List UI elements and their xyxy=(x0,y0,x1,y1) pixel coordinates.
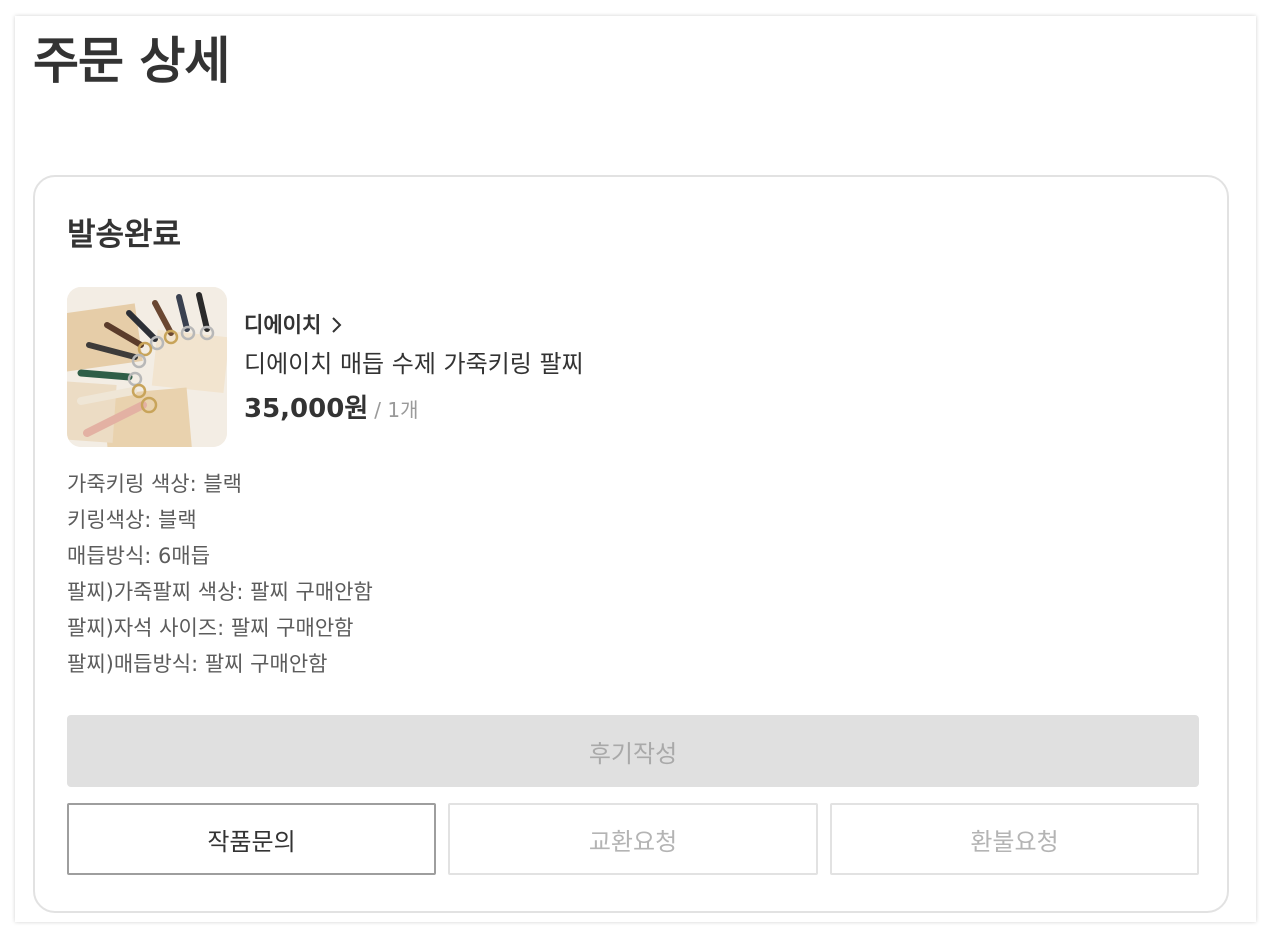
product-quantity: / 1개 xyxy=(374,398,419,422)
product-thumbnail[interactable] xyxy=(67,287,227,447)
option-item: 매듭방식: 6매듭 xyxy=(67,544,211,568)
shop-name: 디에이치 xyxy=(244,313,322,337)
write-review-button[interactable]: 후기작성 xyxy=(67,715,1199,787)
option-item: 키링색상: 블랙 xyxy=(67,508,197,532)
exchange-request-button[interactable]: 교환요청 xyxy=(448,803,818,875)
order-card: 발송완료 디에이치 디에이치 매듭 수제 가죽키링 팔찌 35,000원 / 1… xyxy=(33,175,1229,913)
chevron-right-icon xyxy=(329,315,345,335)
refund-request-button[interactable]: 환불요청 xyxy=(830,803,1199,875)
order-detail-page: 주문 상세 발송완료 디에이치 디에이치 매듭 수제 가죽키링 팔찌 35,00… xyxy=(15,16,1256,922)
product-image xyxy=(67,287,227,447)
option-item: 팔찌)매듭방식: 팔찌 구매안함 xyxy=(67,652,328,676)
order-status: 발송완료 xyxy=(67,217,182,253)
shop-link[interactable]: 디에이치 xyxy=(244,311,345,339)
option-list: 가죽키링 색상: 블랙 키링색상: 블랙 매듭방식: 6매듭 팔찌)가죽팔찌 색… xyxy=(67,466,373,682)
option-item: 팔찌)가죽팔찌 색상: 팔찌 구매안함 xyxy=(67,580,373,604)
price-line: 35,000원/ 1개 xyxy=(244,391,419,430)
product-price: 35,000원 xyxy=(244,394,369,424)
product-name[interactable]: 디에이치 매듭 수제 가죽키링 팔찌 xyxy=(244,347,584,381)
product-inquiry-button[interactable]: 작품문의 xyxy=(67,803,436,875)
page-title: 주문 상세 xyxy=(33,32,230,90)
option-item: 가죽키링 색상: 블랙 xyxy=(67,472,242,496)
option-item: 팔찌)자석 사이즈: 팔찌 구매안함 xyxy=(67,616,354,640)
